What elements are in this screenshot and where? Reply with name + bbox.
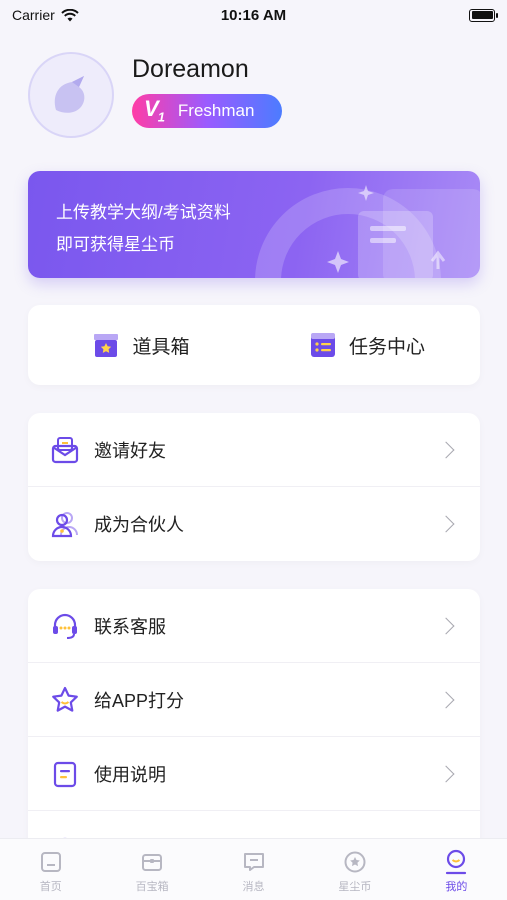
profile-header: Doreamon V1 Freshman [28, 52, 283, 138]
profile-icon [446, 849, 467, 875]
menu-label: 使用说明 [94, 764, 166, 785]
chevron-right-icon [437, 765, 455, 782]
toolbox-label: 道具箱 [132, 336, 190, 358]
tab-label: 我的 [445, 881, 468, 893]
message-icon [243, 853, 264, 871]
tab-home[interactable]: 首页 [0, 839, 101, 900]
menu-group-support: 联系客服 给APP打分 使用说明 [28, 589, 480, 859]
chevron-right-icon [437, 617, 455, 634]
partner-users-icon [51, 512, 78, 538]
tab-label: 星尘币 [338, 881, 372, 893]
menu-label: 联系客服 [94, 616, 166, 637]
tab-treasure-box[interactable]: 百宝箱 [101, 839, 202, 900]
home-icon [40, 852, 61, 872]
banner-text: 上传教学大纲/考试资料 即可获得星尘币 [56, 197, 231, 261]
menu-item-become-partner[interactable]: 成为合伙人 [28, 487, 480, 561]
task-center-button[interactable]: 任务中心 [254, 305, 480, 385]
tab-profile[interactable]: 我的 [406, 839, 507, 900]
task-list-icon [310, 333, 335, 357]
level-icon: V1 [144, 96, 165, 125]
avatar[interactable] [28, 52, 114, 138]
toolbox-button[interactable]: 道具箱 [28, 305, 254, 385]
level-badge[interactable]: V1 Freshman [132, 93, 283, 128]
menu-label: 成为合伙人 [94, 515, 184, 535]
chevron-right-icon [437, 441, 455, 458]
menu-item-rate-app[interactable]: 给APP打分 [28, 663, 480, 737]
profile-info: Doreamon V1 Freshman [132, 55, 283, 128]
menu-label: 邀请好友 [94, 440, 166, 461]
document-icon [53, 761, 77, 787]
menu-group-invite: 邀请好友 成为合伙人 [28, 413, 480, 561]
carrier-label: Carrier [12, 7, 55, 23]
tab-star-coin[interactable]: 星尘币 [304, 839, 405, 900]
status-left: Carrier [12, 7, 79, 23]
star-rate-icon [52, 686, 78, 712]
chevron-right-icon [437, 691, 455, 708]
task-center-label: 任务中心 [348, 336, 425, 358]
headset-icon [53, 613, 77, 639]
bottom-tab-bar: 首页 百宝箱 消息 星尘币 我的 [0, 838, 507, 900]
username: Doreamon [132, 54, 249, 83]
invite-mail-icon [51, 436, 79, 463]
banner-line-1: 上传教学大纲/考试资料 [56, 203, 231, 222]
menu-item-contact-support[interactable]: 联系客服 [28, 589, 480, 663]
battery-icon [469, 8, 498, 22]
upload-promo-banner[interactable]: 上传教学大纲/考试资料 即可获得星尘币 [28, 171, 480, 278]
status-bar: Carrier 10:16 AM [0, 0, 507, 30]
star-coin-icon [344, 851, 366, 873]
banner-line-2: 即可获得星尘币 [56, 235, 175, 254]
toolbox-icon [94, 334, 119, 357]
tab-label: 消息 [242, 881, 265, 893]
chevron-right-icon [437, 515, 455, 533]
quick-actions-card: 道具箱 任务中心 [28, 305, 480, 385]
menu-item-invite-friends[interactable]: 邀请好友 [28, 413, 480, 487]
tab-label: 首页 [39, 881, 62, 893]
level-label: Freshman [177, 100, 255, 120]
tab-label: 百宝箱 [135, 881, 169, 893]
tab-messages[interactable]: 消息 [203, 839, 304, 900]
status-time: 10:16 AM [220, 6, 287, 24]
wifi-icon [61, 8, 79, 21]
menu-label: 给APP打分 [94, 690, 185, 711]
menu-item-user-guide[interactable]: 使用说明 [28, 737, 480, 811]
treasure-box-icon [142, 854, 163, 871]
unicorn-avatar-icon [54, 76, 85, 113]
